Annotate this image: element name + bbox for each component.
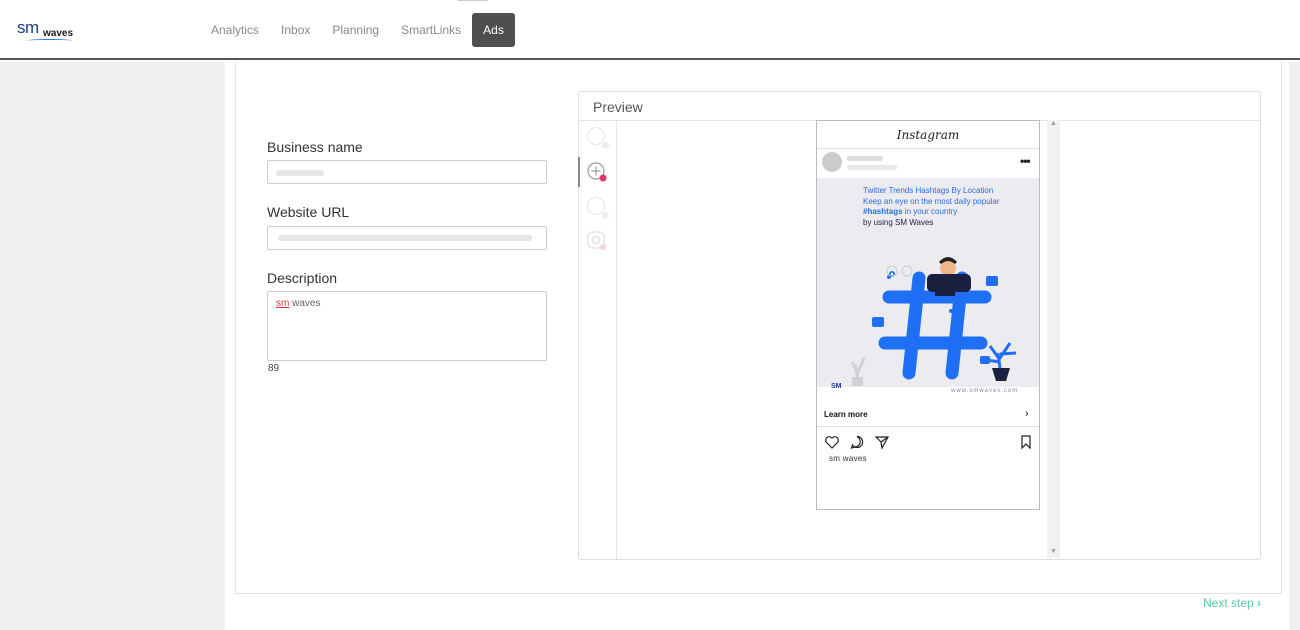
bookmark-icon[interactable] bbox=[1018, 434, 1034, 450]
nav-ads[interactable]: Ads bbox=[472, 13, 515, 47]
logo-waves-text: waves bbox=[43, 28, 74, 39]
nav-smartlinks[interactable]: SmartLinks bbox=[390, 13, 472, 47]
plus-circle-icon bbox=[587, 162, 607, 182]
instagram-header: Instagram bbox=[817, 121, 1039, 149]
description-text: waves bbox=[289, 298, 321, 309]
learn-more-cta[interactable]: Learn more bbox=[824, 410, 868, 419]
preview-scrollbar[interactable]: ▲ ▼ bbox=[1047, 120, 1060, 558]
more-options-icon[interactable]: ••• bbox=[1020, 154, 1031, 168]
scroll-down-icon[interactable]: ▼ bbox=[1050, 548, 1057, 555]
ad-creative-image: Twitter Trends Hashtags By Location Keep… bbox=[817, 178, 1039, 399]
nav-indicator bbox=[458, 0, 488, 1]
main-nav: Analytics Inbox Planning SmartLinks Ads bbox=[200, 13, 515, 47]
ad-creative-logo: SM bbox=[831, 383, 842, 390]
logo-wave-line bbox=[27, 39, 72, 42]
post-caption: sm waves bbox=[829, 454, 867, 463]
top-navbar: sm waves Analytics Inbox Planning SmartL… bbox=[0, 0, 1300, 60]
placeholder-icon[interactable] bbox=[587, 127, 609, 149]
next-step-label: Next step bbox=[1203, 596, 1254, 610]
website-url-input[interactable] bbox=[267, 226, 547, 250]
description-label: Description bbox=[267, 270, 338, 286]
website-url-label: Website URL bbox=[267, 204, 350, 220]
share-icon[interactable] bbox=[874, 434, 890, 450]
business-name-placeholder bbox=[276, 170, 324, 176]
avatar bbox=[822, 152, 842, 172]
sm-waves-logo[interactable]: sm waves bbox=[17, 18, 77, 44]
hashtag-illustration bbox=[850, 257, 1017, 386]
website-url-placeholder bbox=[278, 235, 532, 241]
username-placeholder bbox=[847, 156, 883, 161]
description-textarea[interactable]: sm waves bbox=[267, 291, 547, 361]
nav-analytics[interactable]: Analytics bbox=[200, 13, 270, 47]
comment-icon[interactable] bbox=[849, 434, 865, 450]
right-gutter bbox=[1289, 62, 1300, 630]
location-placeholder bbox=[847, 165, 897, 170]
placeholder-icon[interactable] bbox=[587, 197, 609, 219]
char-counter: 89 bbox=[268, 363, 280, 374]
active-platform-indicator bbox=[578, 157, 580, 187]
chevron-right-icon[interactable]: › bbox=[1025, 408, 1029, 420]
instagram-glyph bbox=[587, 231, 606, 250]
cta-divider bbox=[817, 426, 1039, 427]
scroll-up-icon[interactable]: ▲ bbox=[1050, 120, 1057, 127]
logo-sm-text: sm bbox=[17, 18, 39, 37]
ad-creative-url: www.smwaves.com bbox=[951, 388, 1019, 394]
instagram-icon[interactable] bbox=[587, 231, 607, 251]
preview-title: Preview bbox=[593, 99, 643, 115]
business-name-input[interactable] bbox=[267, 160, 547, 184]
nav-planning[interactable]: Planning bbox=[321, 13, 390, 47]
nav-inbox[interactable]: Inbox bbox=[270, 13, 321, 47]
description-misspelled-word: sm bbox=[276, 298, 290, 309]
platform-icon-column bbox=[578, 121, 617, 559]
next-step-button[interactable]: Next step › bbox=[1203, 596, 1261, 610]
add-account-icon[interactable] bbox=[587, 162, 607, 182]
heart-icon[interactable] bbox=[824, 434, 840, 450]
instagram-preview-phone: Instagram ••• Twitter Trends Hashtags By… bbox=[816, 120, 1040, 510]
chevron-right-icon: › bbox=[1257, 596, 1262, 610]
business-name-label: Business name bbox=[267, 139, 363, 155]
left-sidebar bbox=[0, 62, 225, 630]
